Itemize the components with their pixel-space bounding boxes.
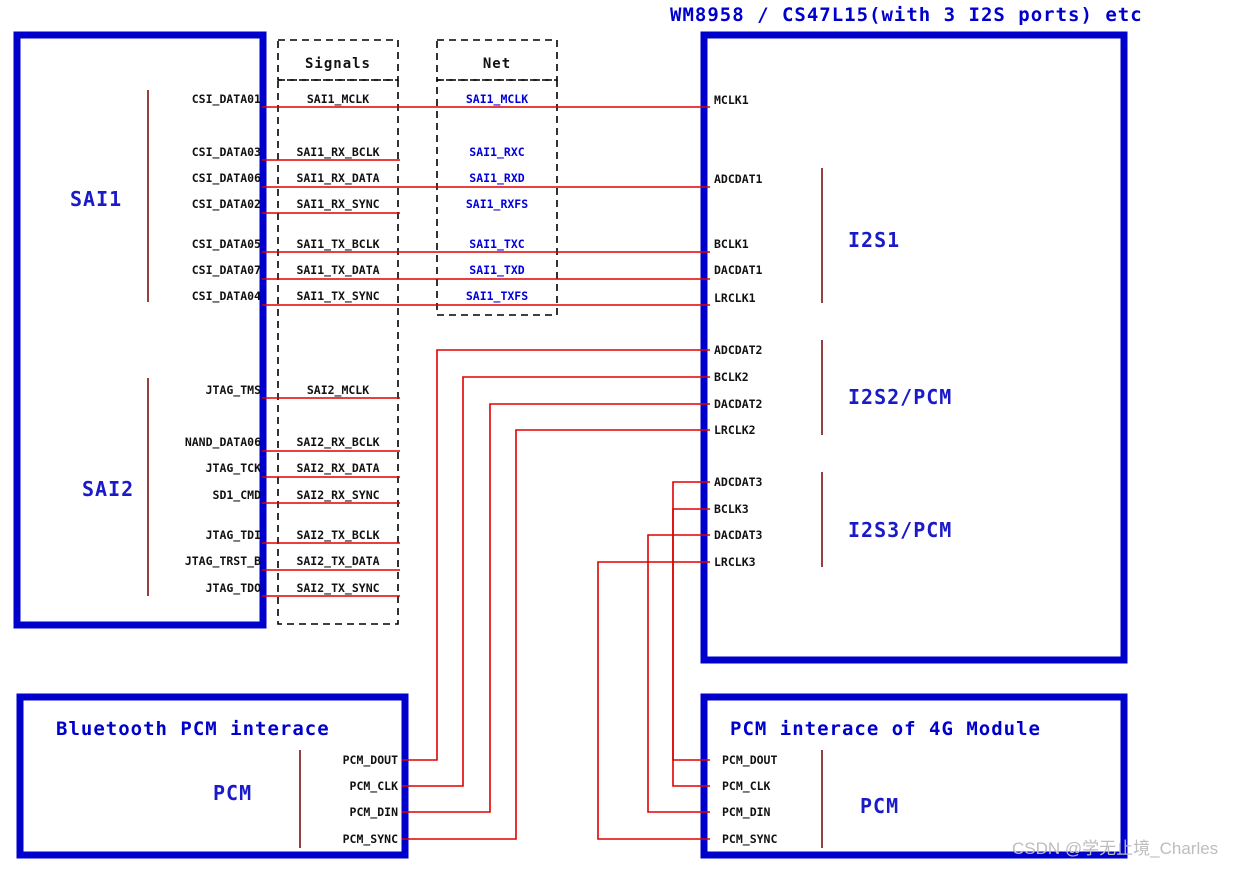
soc-pin-label: CSI_DATA04 bbox=[192, 289, 261, 304]
soc-pin-label: JTAG_TCK bbox=[206, 461, 261, 476]
net-label: SAI1_RXFS bbox=[466, 197, 528, 212]
module-group-label: PCM bbox=[860, 794, 899, 818]
signal-label: SAI2_TX_BCLK bbox=[296, 528, 379, 543]
codec-pin-label: DACDAT1 bbox=[714, 263, 763, 277]
net-label: SAI1_TXD bbox=[469, 263, 524, 278]
bluetooth-pin-label: PCM_SYNC bbox=[343, 832, 398, 847]
signal-label: SAI2_RX_DATA bbox=[296, 461, 379, 476]
watermark: CSDN @学无止境_Charles bbox=[1012, 839, 1218, 858]
net-label: SAI1_RXD bbox=[469, 171, 524, 186]
signal-label: SAI2_RX_BCLK bbox=[296, 435, 379, 450]
codec-pin-label: ADCDAT3 bbox=[714, 475, 763, 489]
codec-pin-label: ADCDAT2 bbox=[714, 343, 762, 357]
bluetooth-box-title: Bluetooth PCM interace bbox=[56, 718, 330, 740]
group-label-sai1: SAI1 bbox=[70, 187, 122, 211]
codec-pin-label: LRCLK3 bbox=[714, 555, 756, 569]
group-label-i2s2: I2S2/PCM bbox=[848, 385, 952, 409]
codec-pin-label: LRCLK2 bbox=[714, 423, 756, 437]
signal-label: SAI1_TX_SYNC bbox=[296, 289, 379, 304]
module-pin-label: PCM_SYNC bbox=[722, 832, 777, 847]
signal-label: SAI1_MCLK bbox=[307, 92, 369, 107]
signal-label: SAI2_TX_SYNC bbox=[296, 581, 379, 596]
codec-pin-label: BCLK1 bbox=[714, 237, 749, 251]
net-label: SAI1_MCLK bbox=[466, 92, 528, 107]
codec-pin-label: BCLK3 bbox=[714, 502, 749, 516]
group-label-i2s3: I2S3/PCM bbox=[848, 518, 952, 542]
module-pin-label: PCM_DOUT bbox=[722, 753, 777, 768]
codec-pin-label: DACDAT2 bbox=[714, 397, 762, 411]
codec-pin-label: MCLK1 bbox=[714, 93, 749, 107]
codec-box bbox=[700, 31, 1128, 664]
signal-label: SAI2_MCLK bbox=[307, 383, 369, 398]
signal-label: SAI2_RX_SYNC bbox=[296, 488, 379, 503]
signal-label: SAI1_RX_BCLK bbox=[296, 145, 379, 160]
bluetooth-pin-label: PCM_DOUT bbox=[343, 753, 398, 768]
codec-pin-label: ADCDAT1 bbox=[714, 172, 763, 186]
wire-group-i2s3-module bbox=[597, 481, 710, 840]
soc-pin-label: CSI_DATA02 bbox=[192, 197, 261, 212]
soc-pin-label: JTAG_TMS bbox=[206, 383, 261, 398]
signals-column-header: Signals bbox=[305, 56, 371, 72]
soc-pin-label: CSI_DATA07 bbox=[192, 263, 261, 278]
signal-label: SAI2_TX_DATA bbox=[296, 554, 379, 569]
codec-pin-label: LRCLK1 bbox=[714, 291, 756, 305]
soc-pin-label: CSI_DATA01 bbox=[192, 92, 261, 107]
signal-label: SAI1_RX_DATA bbox=[296, 171, 379, 186]
soc-pin-label: CSI_DATA03 bbox=[192, 145, 261, 160]
codec-pin-label: BCLK2 bbox=[714, 370, 749, 384]
group-label-sai2: SAI2 bbox=[82, 477, 134, 501]
module-pin-label: PCM_CLK bbox=[722, 779, 771, 794]
group-label-i2s1: I2S1 bbox=[848, 228, 900, 252]
wire-group-i2s2-bluetooth bbox=[402, 349, 710, 840]
bluetooth-group-label: PCM bbox=[213, 781, 252, 805]
soc-pin-label: NAND_DATA06 bbox=[185, 435, 261, 450]
net-label: SAI1_TXFS bbox=[466, 289, 528, 304]
soc-pin-label: JTAG_TDI bbox=[206, 528, 261, 543]
soc-pin-label: SD1_CMD bbox=[213, 488, 262, 503]
module-box-title: PCM interace of 4G Module bbox=[730, 718, 1041, 740]
diagram-canvas: WM8958 / CS47L15(with 3 I2S ports) etc S… bbox=[0, 0, 1258, 869]
codec-pin-label: DACDAT3 bbox=[714, 528, 763, 542]
page-title: WM8958 / CS47L15(with 3 I2S ports) etc bbox=[670, 4, 1143, 26]
net-label: SAI1_RXC bbox=[469, 145, 524, 160]
soc-pin-label: CSI_DATA05 bbox=[192, 237, 261, 252]
soc-pin-label: CSI_DATA06 bbox=[192, 171, 261, 186]
bluetooth-pin-label: PCM_DIN bbox=[350, 805, 399, 820]
signal-label: SAI1_TX_BCLK bbox=[296, 237, 379, 252]
net-column-header: Net bbox=[483, 56, 511, 72]
soc-pin-label: JTAG_TDO bbox=[206, 581, 261, 596]
bluetooth-pin-label: PCM_CLK bbox=[350, 779, 399, 794]
soc-pin-label: JTAG_TRST_B bbox=[185, 554, 261, 569]
signal-label: SAI1_RX_SYNC bbox=[296, 197, 379, 212]
net-label: SAI1_TXC bbox=[469, 237, 524, 252]
signal-label: SAI1_TX_DATA bbox=[296, 263, 379, 278]
module-pin-label: PCM_DIN bbox=[722, 805, 771, 820]
